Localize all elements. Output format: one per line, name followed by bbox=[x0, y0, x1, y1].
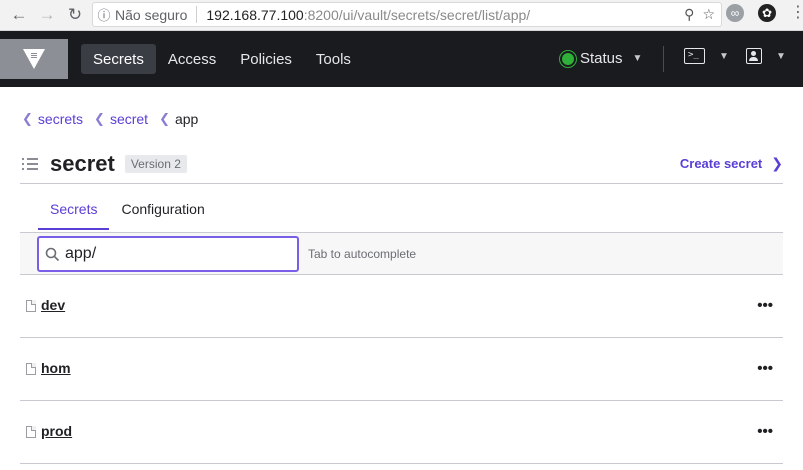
omnibox-actions: ⚲ ☆ bbox=[684, 6, 715, 23]
more-options-icon[interactable]: ••• bbox=[757, 423, 773, 440]
nav-access[interactable]: Access bbox=[156, 44, 228, 74]
key-icon[interactable]: ⚲ bbox=[684, 6, 694, 23]
breadcrumb: ❮ secrets ❮ secret ❮ app bbox=[22, 111, 198, 127]
terminal-icon: >_ bbox=[684, 48, 705, 64]
nav-secrets[interactable]: Secrets bbox=[81, 44, 156, 74]
user-icon bbox=[746, 48, 762, 64]
filter-toolbar: Tab to autocomplete bbox=[20, 232, 783, 275]
header-divider bbox=[20, 183, 783, 184]
top-navigation: Secrets Access Policies Tools Status ▼ >… bbox=[0, 31, 803, 87]
breadcrumb-current: app bbox=[174, 111, 199, 127]
arrow-left-icon[interactable]: ← bbox=[6, 2, 32, 28]
secret-name[interactable]: prod bbox=[41, 423, 72, 439]
create-secret-label: Create secret bbox=[679, 156, 763, 171]
page-header: secret Version 2 Create secret ❯ bbox=[22, 150, 783, 178]
nav-tools[interactable]: Tools bbox=[304, 44, 363, 74]
extensions: ∞ ✿ ⋮ bbox=[726, 4, 803, 22]
status-ok-icon bbox=[562, 52, 574, 65]
search-icon bbox=[39, 247, 65, 262]
search-box[interactable] bbox=[37, 236, 299, 272]
search-input[interactable] bbox=[65, 245, 285, 263]
browser-menu-icon[interactable]: ⋮ bbox=[790, 4, 803, 22]
url-host: 192.168.77.100 bbox=[206, 6, 304, 23]
list-item[interactable]: hom ••• bbox=[20, 338, 783, 401]
tab-secrets[interactable]: Secrets bbox=[38, 195, 110, 230]
chevron-down-icon: ▼ bbox=[719, 50, 729, 62]
arrow-right-icon[interactable]: → bbox=[34, 2, 60, 28]
gnome-extension-icon[interactable]: ✿ bbox=[758, 4, 776, 22]
main-nav-links: Secrets Access Policies Tools bbox=[81, 44, 363, 74]
breadcrumb-item-app: ❮ app bbox=[159, 111, 198, 127]
vault-logo[interactable] bbox=[0, 39, 68, 79]
secret-name[interactable]: dev bbox=[41, 297, 65, 313]
chevron-down-icon: ▼ bbox=[632, 53, 643, 64]
tab-configuration[interactable]: Configuration bbox=[109, 195, 216, 230]
status-label: Status bbox=[580, 50, 623, 67]
file-icon bbox=[26, 426, 36, 438]
breadcrumb-item-secret[interactable]: ❮ secret bbox=[94, 111, 148, 127]
info-icon[interactable]: ⓘ bbox=[93, 5, 115, 24]
browser-toolbar: ← → ↻ ⓘ Não seguro 192.168.77.100 :8200/… bbox=[0, 0, 803, 31]
nav-policies[interactable]: Policies bbox=[228, 44, 304, 74]
address-bar[interactable]: ⓘ Não seguro 192.168.77.100 :8200/ui/vau… bbox=[92, 2, 722, 27]
page-title: secret bbox=[50, 151, 115, 176]
extension-icon[interactable]: ∞ bbox=[726, 4, 744, 22]
breadcrumb-link[interactable]: secrets bbox=[38, 111, 83, 127]
security-label: Não seguro bbox=[115, 6, 188, 23]
chevron-left-icon: ❮ bbox=[22, 111, 33, 126]
url-path: :8200/ui/vault/secrets/secret/list/app/ bbox=[303, 6, 531, 23]
console-menu[interactable]: >_ ▼ bbox=[684, 48, 729, 64]
file-icon bbox=[26, 300, 36, 312]
more-options-icon[interactable]: ••• bbox=[757, 297, 773, 314]
list-icon bbox=[22, 158, 38, 170]
breadcrumb-link[interactable]: secret bbox=[110, 111, 148, 127]
breadcrumb-item-secrets[interactable]: ❮ secrets bbox=[22, 111, 83, 127]
create-secret-link[interactable]: Create secret ❯ bbox=[680, 155, 783, 172]
vault-logo-icon bbox=[23, 49, 45, 69]
more-options-icon[interactable]: ••• bbox=[757, 360, 773, 377]
file-icon bbox=[26, 363, 36, 375]
status-menu[interactable]: Status ▼ bbox=[562, 50, 642, 67]
chevron-left-icon: ❮ bbox=[94, 111, 105, 126]
secret-name[interactable]: hom bbox=[41, 360, 71, 376]
chevron-down-icon: ▼ bbox=[776, 50, 786, 62]
nav-divider bbox=[663, 46, 664, 72]
star-icon[interactable]: ☆ bbox=[702, 6, 715, 23]
version-badge: Version 2 bbox=[124, 155, 187, 173]
chevron-left-icon: ❮ bbox=[159, 111, 170, 126]
list-item[interactable]: dev ••• bbox=[20, 275, 783, 338]
reload-icon[interactable]: ↻ bbox=[62, 2, 88, 28]
user-menu[interactable]: ▼ bbox=[746, 48, 786, 64]
autocomplete-hint: Tab to autocomplete bbox=[308, 247, 417, 261]
address-separator bbox=[196, 6, 198, 23]
tabs: Secrets Configuration bbox=[38, 195, 217, 230]
list-item[interactable]: prod ••• bbox=[20, 401, 783, 464]
chevron-right-icon: ❯ bbox=[771, 155, 783, 171]
